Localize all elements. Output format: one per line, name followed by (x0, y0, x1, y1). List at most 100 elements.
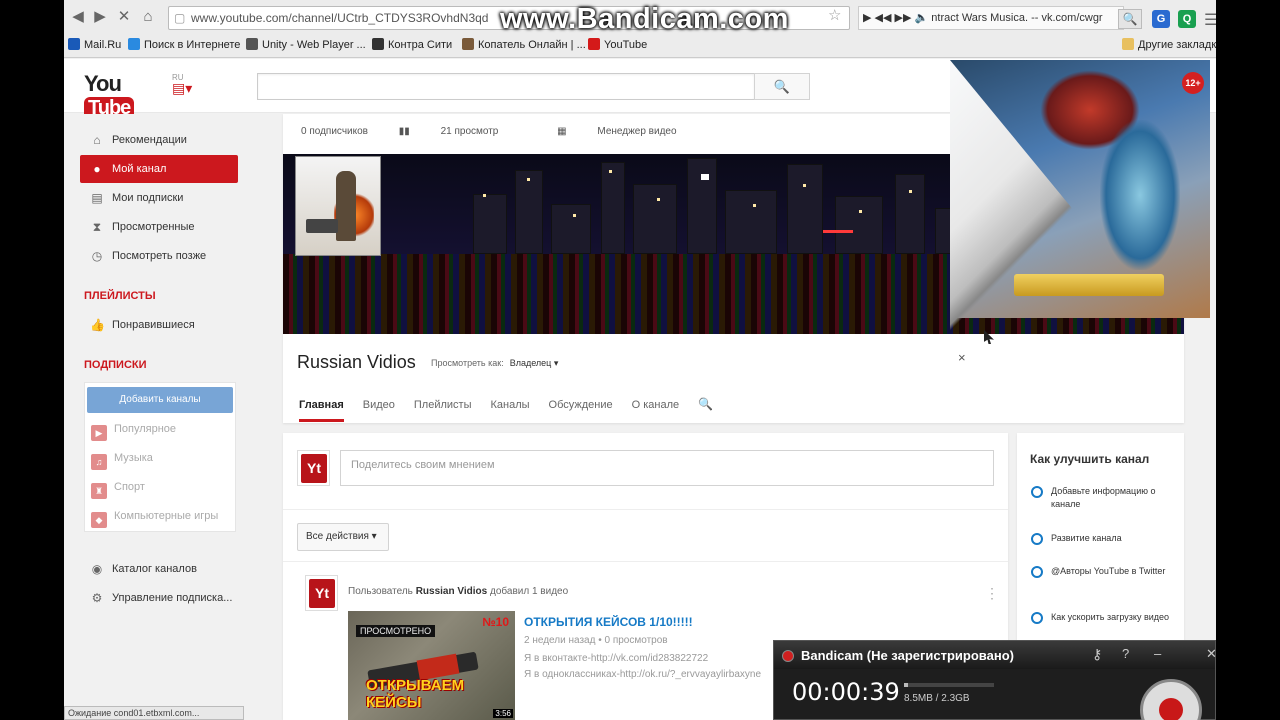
banner-light (909, 190, 912, 193)
banner-light (823, 230, 853, 233)
key-icon[interactable]: ⚷ (1092, 646, 1102, 663)
sidebar-item-history[interactable]: ⧗ Просмотренные (80, 213, 238, 241)
sidebar-item-recommended[interactable]: ⌂ Рекомендации (80, 126, 238, 154)
speaker-icon[interactable]: 🔈 (915, 12, 929, 24)
bookmark-mailru[interactable]: Mail.Ru (68, 38, 121, 51)
banner-light (859, 210, 862, 213)
play-icon[interactable]: ▶ (863, 12, 871, 24)
kontra-icon (372, 38, 384, 50)
subscription-label: Спорт (114, 481, 145, 493)
subscription-label: Компьютерные игры (114, 510, 219, 522)
avatar-tank (306, 219, 338, 233)
add-channels-button[interactable]: Добавить каналы (87, 387, 233, 413)
help-icon[interactable]: ? (1122, 646, 1129, 661)
bookmark-star-icon[interactable]: ☆ (828, 6, 841, 24)
sidebar-item-liked[interactable]: 👍 Понравившиеся (80, 311, 238, 339)
close-icon[interactable]: ✕ (1206, 646, 1216, 662)
sidebar-item-catalog[interactable]: ◉ Каталог каналов (80, 555, 238, 583)
home-icon[interactable]: ⌂ (138, 7, 158, 27)
subscriptions-heading[interactable]: ПОДПИСКИ (84, 359, 147, 371)
view-as-selector[interactable]: Просмотреть как: Владелец ▾ (431, 358, 558, 369)
bookmark-youtube[interactable]: YouTube (588, 38, 647, 51)
minimize-icon[interactable]: – (1154, 646, 1161, 661)
avatar-soldier (336, 171, 356, 241)
banner-building (473, 194, 507, 254)
search-icon: 🔍 (773, 79, 791, 94)
banner-light (483, 194, 486, 197)
search-extension-icon[interactable]: 🔍 (1118, 9, 1142, 29)
ad-close-icon[interactable]: × (958, 350, 966, 365)
poster-avatar[interactable]: Yt (297, 450, 330, 486)
subscription-popular[interactable]: ▶ Популярное (91, 423, 176, 441)
record-button[interactable] (1140, 679, 1202, 720)
tab-videos[interactable]: Видео (363, 396, 395, 422)
search-button[interactable]: 🔍 (754, 73, 810, 100)
playlists-heading[interactable]: ПЛЕЙЛИСТЫ (84, 290, 156, 302)
bookmark-kontra[interactable]: Контра Сити (372, 38, 452, 51)
video-thumbnail[interactable]: ПРОСМОТРЕНО №10 ОТКРЫВАЕМ КЕЙСЫ 3:56 (348, 611, 515, 720)
rewind-icon[interactable]: ◀◀ (875, 12, 892, 24)
bookmark-kopatel[interactable]: Копатель Онлайн | ... (462, 38, 586, 51)
user-icon: ● (93, 162, 101, 176)
banner-light (701, 174, 709, 180)
tip-growth[interactable]: Развитие канала (1031, 532, 1171, 545)
stop-icon[interactable]: ✕ (114, 7, 134, 27)
tab-about[interactable]: О канале (632, 396, 680, 422)
views-link[interactable]: ▮▮ 21 просмотр (399, 126, 527, 137)
subscription-games[interactable]: ◆ Компьютерные игры (91, 510, 218, 528)
sidebar-item-my-channel[interactable]: ● Мой канал (80, 155, 238, 183)
forward-icon[interactable]: ▶ (90, 7, 110, 27)
tab-discussion[interactable]: Обсуждение (549, 396, 613, 422)
sidebar-item-watch-later[interactable]: ◷ Посмотреть позже (80, 242, 238, 270)
channel-avatar[interactable] (295, 156, 381, 256)
channel-logo-icon: Yt (309, 579, 335, 608)
activity-avatar[interactable]: Yt (305, 575, 338, 611)
bookmark-unity[interactable]: Unity - Web Player ... (246, 38, 366, 51)
subscription-label: Музыка (114, 452, 153, 464)
peel-ad-banner[interactable]: 12+ (950, 60, 1210, 376)
sidebar-item-manage-subs[interactable]: ⚙ Управление подписка... (80, 584, 238, 612)
subscription-sport[interactable]: ♜ Спорт (91, 481, 145, 499)
view-as-value[interactable]: Владелец ▾ (510, 358, 559, 368)
youtube-logo[interactable]: YouTube RU (84, 71, 184, 120)
banner-building (601, 162, 625, 254)
ad-hero (1100, 120, 1180, 270)
channel-search-icon[interactable]: 🔍 (698, 397, 713, 411)
video-manager-link[interactable]: ▦ Менеджер видео (557, 126, 704, 137)
share-input[interactable]: Поделитесь своим мнением (340, 450, 994, 486)
banner-light (753, 204, 756, 207)
sidebar-item-label: Просмотренные (112, 221, 195, 233)
tip-upload-speed[interactable]: Как ускорить загрузку видео (1031, 611, 1171, 624)
browser-menu-icon[interactable]: ☰ (1204, 10, 1216, 30)
quest-extension-icon[interactable]: Q (1178, 10, 1196, 28)
all-actions-dropdown[interactable]: Все действия ▾ (297, 523, 389, 551)
back-icon[interactable]: ◀ (68, 7, 88, 27)
extension-badge-icon[interactable]: G (1152, 10, 1170, 28)
fast-forward-icon[interactable]: ▶▶ (895, 12, 912, 24)
sidebar-item-label: Каталог каналов (112, 563, 197, 575)
activity-suffix: добавил 1 видео (489, 586, 569, 597)
tip-twitter[interactable]: @Авторы YouTube в Twitter (1031, 565, 1171, 578)
circle-icon (1031, 486, 1043, 498)
bookmark-other[interactable]: Другие закладки (1122, 38, 1216, 51)
sidebar-item-subscriptions[interactable]: ▤ Мои подписки (80, 184, 238, 212)
subscription-music[interactable]: ♫ Музыка (91, 452, 153, 470)
storage-bar (904, 683, 994, 687)
media-extension-bar[interactable]: ▶ ◀◀ ▶▶ 🔈 ntract Wars Musica. -- vk.com/… (858, 6, 1124, 30)
guide-menu-icon[interactable]: ▤▾ (172, 80, 192, 97)
catalog-icon: ◉ (91, 562, 103, 576)
activity-user-link[interactable]: Russian Vidios (416, 586, 488, 597)
bookmark-search[interactable]: Поиск в Интернете (128, 38, 240, 51)
share-placeholder: Поделитесь своим мнением (351, 459, 495, 471)
search-input[interactable] (257, 73, 755, 100)
more-options-icon[interactable]: ⋮ (985, 585, 999, 602)
tab-home[interactable]: Главная (299, 396, 344, 422)
video-title[interactable]: ОТКРЫТИЯ КЕЙСОВ 1/10!!!!! (524, 615, 693, 629)
channel-name[interactable]: Russian Vidios (297, 352, 416, 373)
tab-playlists[interactable]: Плейлисты (414, 396, 472, 422)
tab-channels[interactable]: Каналы (491, 396, 530, 422)
hourglass-icon: ⧗ (92, 220, 102, 234)
record-indicator-icon (782, 650, 794, 662)
tip-add-info[interactable]: Добавьте информацию о канале (1031, 485, 1171, 511)
circle-icon (1031, 566, 1043, 578)
